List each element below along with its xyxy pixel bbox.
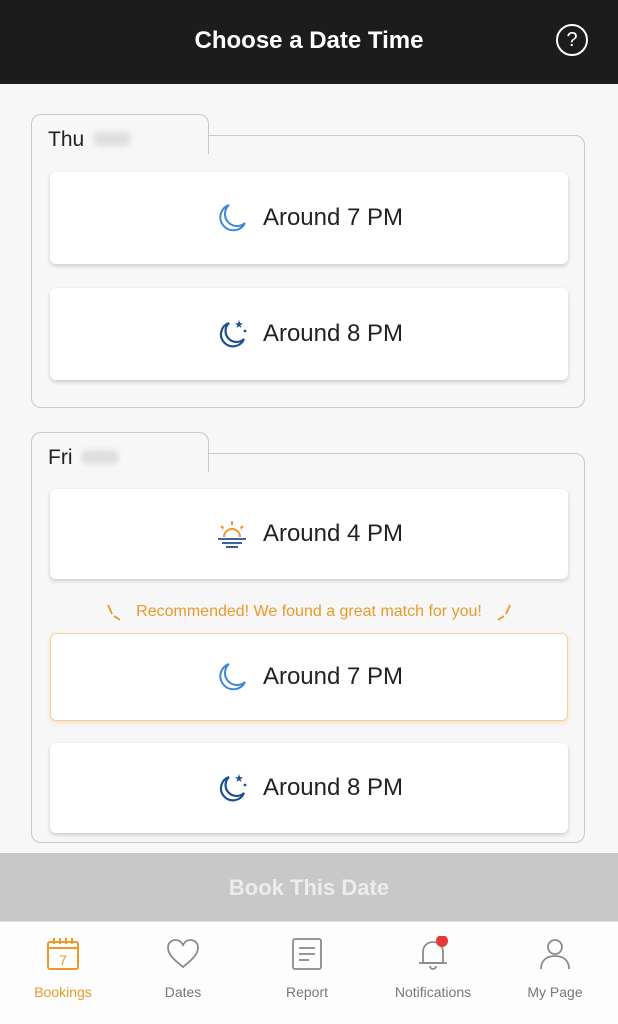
moon-icon — [219, 204, 246, 232]
tab-label: Report — [285, 984, 329, 1000]
tab-dates[interactable]: Dates — [121, 936, 245, 1000]
slot-label: Around 8 PM — [262, 774, 404, 801]
sunset-icon — [217, 521, 246, 548]
tab-label: Dates — [164, 984, 202, 1000]
time-slot-thu-7pm[interactable]: Around 7 PM — [50, 172, 568, 264]
day-label-fri: Fri — [48, 446, 73, 469]
tab-notifications[interactable]: Notifications — [371, 936, 495, 1000]
heart-icon — [167, 939, 199, 969]
sparkle-icon — [107, 604, 121, 621]
moon-stars-icon — [219, 774, 247, 802]
report-icon — [292, 938, 322, 970]
book-button-label: Book This Date — [228, 875, 390, 900]
slot-label: Around 7 PM — [262, 204, 404, 231]
sparkle-icon — [497, 604, 511, 621]
bottom-tab-bar: 7 Bookings Dates Report Notifications My… — [0, 921, 618, 1024]
help-icon[interactable]: ? — [556, 24, 588, 56]
page-title: Choose a Date Time — [194, 27, 424, 54]
tab-label: Notifications — [394, 984, 472, 1000]
recommendation-banner: Recommended! We found a great match for … — [50, 600, 568, 624]
time-slot-fri-7pm-recommended[interactable]: Around 7 PM — [50, 633, 568, 721]
tab-label: My Page — [527, 984, 583, 1000]
calendar-badge: 7 — [59, 952, 67, 968]
notification-dot — [436, 936, 448, 947]
date-redacted — [81, 450, 119, 464]
calendar-icon: 7 — [47, 938, 79, 970]
tab-report[interactable]: Report — [245, 936, 369, 1000]
moon-stars-icon — [219, 320, 247, 348]
time-slot-thu-8pm[interactable]: Around 8 PM — [50, 288, 568, 380]
moon-icon — [219, 663, 246, 691]
header-bar: Choose a Date Time ? — [0, 0, 618, 84]
time-slot-fri-4pm[interactable]: Around 4 PM — [50, 489, 568, 579]
tab-label: Bookings — [34, 984, 92, 1000]
recommendation-text: Recommended! We found a great match for … — [136, 603, 482, 620]
date-redacted — [93, 132, 131, 146]
slot-label: Around 8 PM — [262, 320, 404, 347]
day-label-thu: Thu — [48, 128, 85, 151]
book-this-date-button[interactable]: Book This Date — [0, 853, 618, 921]
tab-bookings[interactable]: 7 Bookings — [1, 936, 125, 1000]
time-slot-fri-8pm[interactable]: Around 8 PM — [50, 743, 568, 833]
bell-icon — [419, 936, 448, 970]
person-icon — [540, 939, 570, 970]
slot-label: Around 7 PM — [262, 663, 404, 690]
tab-my-page[interactable]: My Page — [493, 936, 617, 1000]
slot-label: Around 4 PM — [262, 520, 404, 547]
